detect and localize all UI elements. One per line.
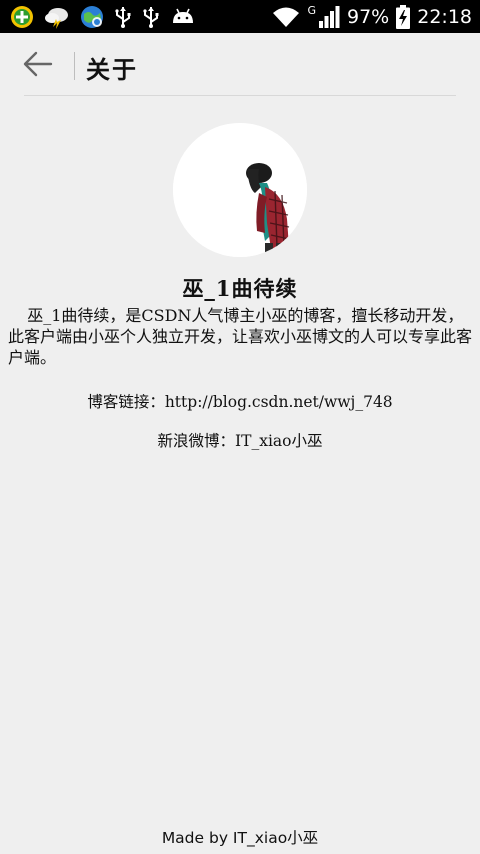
footer-credit: Made by IT_xiao小巫 <box>161 829 319 847</box>
weibo-account-link[interactable]: IT_xiao小巫 <box>235 432 322 450</box>
android-icon <box>170 5 196 29</box>
status-bar: G 97% 22:18 <box>0 0 480 33</box>
wifi-icon <box>272 6 300 28</box>
usb-icon <box>142 5 160 29</box>
profile-name: 巫_1曲待续 <box>182 276 298 301</box>
system-indicators: G 97% 22:18 <box>272 4 472 29</box>
weather-icon <box>44 5 70 29</box>
arrow-left-icon <box>23 51 53 81</box>
notification-icons <box>10 5 196 29</box>
weibo-label: 新浪微博： <box>157 432 236 450</box>
usb-icon <box>114 5 132 29</box>
avatar <box>173 123 307 257</box>
header-divider <box>24 95 456 96</box>
signal-icon <box>318 5 340 28</box>
blog-label: 博客链接： <box>87 393 165 411</box>
browser-icon <box>80 5 104 29</box>
blog-url-link[interactable]: http://blog.csdn.net/wwj_748 <box>165 393 393 411</box>
back-button[interactable] <box>18 47 58 85</box>
battery-percent: 97% <box>347 5 390 28</box>
app-notification-icon <box>10 5 34 29</box>
network-type: G <box>307 4 316 17</box>
profile-intro: 巫_1曲待续，是CSDN人气博主小巫的博客，擅长移动开发，此客户端由小巫个人独立… <box>8 306 473 367</box>
weibo-row: 新浪微博：IT_xiao小巫 <box>0 429 480 451</box>
blog-link-row: 博客链接：http://blog.csdn.net/wwj_748 <box>0 390 480 412</box>
clock: 22:18 <box>417 5 472 28</box>
battery-charging-icon <box>396 4 411 29</box>
appbar-divider <box>74 52 75 80</box>
page-title: 关于 <box>86 55 138 84</box>
app-bar: 关于 <box>0 33 480 97</box>
